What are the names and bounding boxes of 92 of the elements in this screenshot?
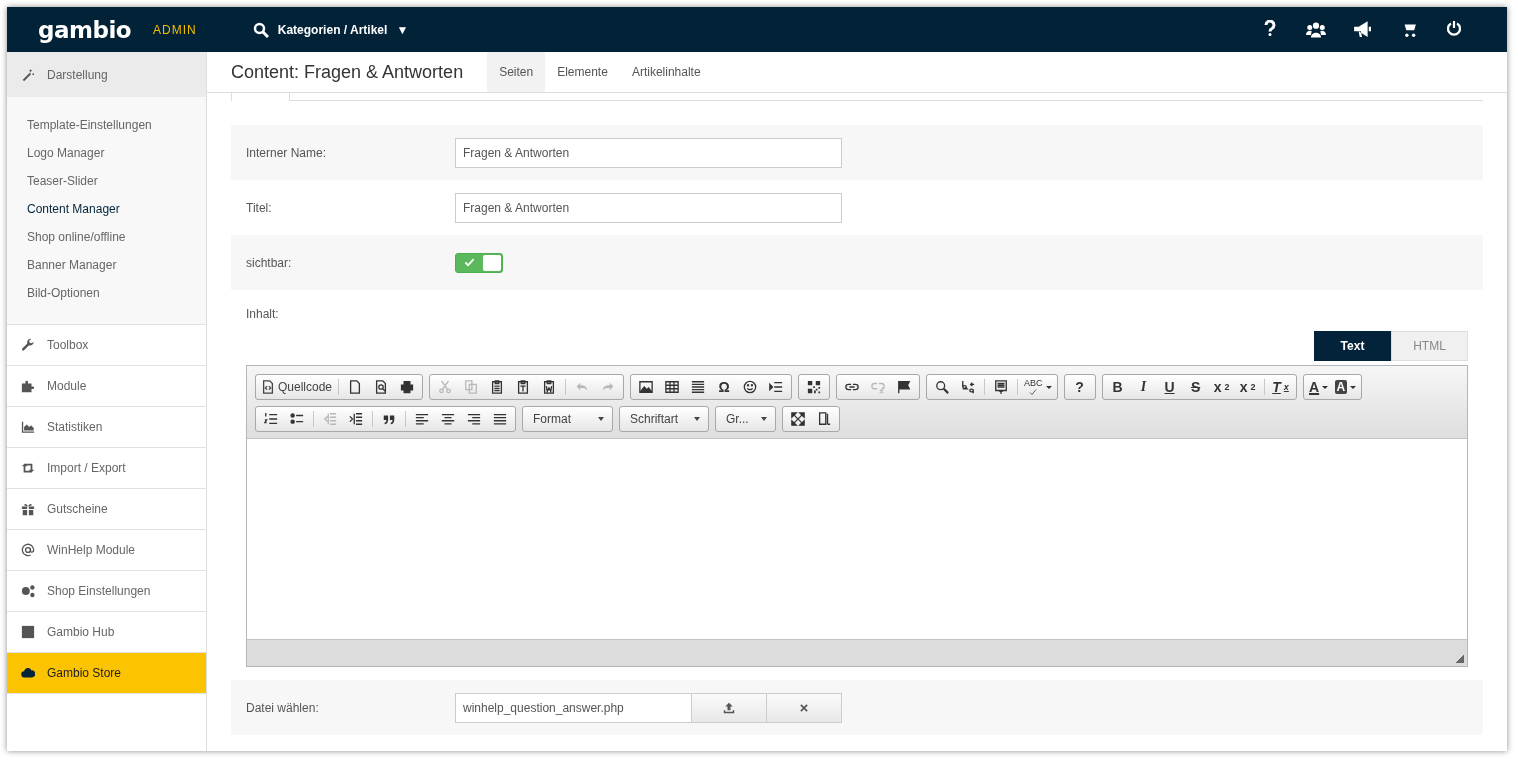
align-left-icon bbox=[415, 412, 429, 426]
copy-icon bbox=[464, 380, 479, 394]
outdent-icon bbox=[323, 412, 337, 426]
gift-icon bbox=[21, 502, 35, 516]
dropdown[interactable]: Format bbox=[522, 406, 613, 432]
sidebar-item[interactable]: Content Manager bbox=[7, 195, 206, 223]
toggle-switch[interactable] bbox=[455, 252, 503, 273]
toolbar-button[interactable]: ? bbox=[1066, 376, 1093, 398]
sidebar-section[interactable]: Gambio Store bbox=[7, 653, 206, 694]
help-icon bbox=[1262, 19, 1278, 36]
align-right-icon bbox=[467, 412, 481, 426]
admin-label: ADMIN bbox=[153, 22, 197, 37]
indent-icon bbox=[349, 412, 363, 426]
print-icon bbox=[400, 380, 415, 394]
power-icon bbox=[1446, 19, 1462, 36]
check-icon bbox=[464, 257, 475, 268]
bullet-list-icon bbox=[290, 412, 304, 426]
field-label: Inhalt: bbox=[246, 306, 280, 323]
toolbar-button[interactable]: x$^{2}$ bbox=[1234, 376, 1261, 398]
numbered-list-icon bbox=[264, 412, 278, 426]
select-all-icon bbox=[994, 380, 1009, 394]
logo: gambio bbox=[38, 16, 132, 43]
page-tab[interactable]: Elemente bbox=[545, 52, 620, 92]
caret-icon bbox=[598, 417, 604, 421]
sidebar-section[interactable]: Darstellung bbox=[7, 52, 206, 97]
image-icon bbox=[639, 380, 654, 394]
dropdown[interactable]: Gr... bbox=[715, 406, 776, 432]
search-icon bbox=[935, 380, 950, 394]
page-title: Content: Fragen & Antworten bbox=[231, 61, 464, 84]
show-blocks-icon bbox=[817, 412, 831, 426]
maximize-icon bbox=[791, 412, 805, 426]
new-page-icon bbox=[348, 380, 363, 394]
flag-icon bbox=[897, 380, 912, 394]
field-label: Datei wählen: bbox=[246, 700, 320, 715]
sidebar-item[interactable]: Bild-Optionen bbox=[7, 279, 206, 307]
preview-icon bbox=[374, 380, 389, 394]
paste-text-icon bbox=[516, 380, 531, 394]
wrench-icon bbox=[21, 338, 35, 352]
horizontal-rule-icon bbox=[691, 380, 706, 394]
sidebar-item[interactable]: Banner Manager bbox=[7, 251, 206, 279]
unlink-icon bbox=[871, 380, 886, 394]
dropdown[interactable]: Schriftart bbox=[619, 406, 709, 432]
toolbar-button[interactable]: U bbox=[1156, 376, 1183, 398]
field-label: Titel: bbox=[246, 200, 273, 215]
toolbar-button[interactable]: I bbox=[1130, 376, 1157, 398]
caret-icon bbox=[694, 417, 700, 421]
toolbar-button[interactable]: A bbox=[1331, 376, 1360, 398]
caret-icon bbox=[1350, 385, 1357, 389]
sidebar-item[interactable]: Logo Manager bbox=[7, 139, 206, 167]
caret-icon bbox=[761, 417, 767, 421]
at-icon bbox=[21, 543, 35, 557]
page-tab[interactable]: Seiten bbox=[487, 52, 546, 92]
paste-word-icon bbox=[542, 380, 557, 394]
page-tab[interactable]: Artikelinhalte bbox=[619, 52, 713, 92]
close-icon bbox=[799, 702, 809, 713]
puzzle-icon bbox=[21, 379, 35, 393]
file-name-field[interactable]: winhelp_question_answer.php bbox=[455, 692, 692, 723]
field-label: Interner Name: bbox=[246, 145, 328, 160]
text-field[interactable]: Fragen & Antworten bbox=[455, 192, 842, 223]
page-break-icon bbox=[769, 380, 784, 394]
align-center-icon bbox=[441, 412, 455, 426]
qr-code-icon bbox=[807, 380, 822, 394]
source-code-icon bbox=[261, 380, 275, 394]
replace-icon bbox=[961, 380, 976, 394]
resize-handle[interactable] bbox=[1456, 655, 1464, 663]
wand-icon bbox=[21, 67, 35, 82]
toolbar-button[interactable]: S bbox=[1182, 376, 1209, 398]
smiley-icon bbox=[743, 380, 758, 394]
sidebar-item[interactable]: Template-Einstellungen bbox=[7, 111, 206, 139]
toolbar-button[interactable]: Quellcode bbox=[258, 376, 336, 398]
caret-icon bbox=[1045, 385, 1052, 389]
sidebar-item[interactable]: Teaser-Slider bbox=[7, 167, 206, 195]
toolbar-button[interactable]: B bbox=[1104, 376, 1131, 398]
paste-icon bbox=[490, 380, 505, 394]
table-icon bbox=[665, 380, 680, 394]
search-icon bbox=[252, 21, 269, 38]
chart-icon bbox=[21, 420, 35, 434]
toolbar-button[interactable]: A bbox=[1305, 376, 1332, 398]
cloud-download-icon bbox=[21, 666, 35, 680]
upload-icon bbox=[723, 701, 735, 714]
toolbar-button[interactable]: ABC bbox=[1021, 376, 1055, 398]
repeat-icon bbox=[21, 461, 35, 475]
text-field[interactable]: Fragen & Antworten bbox=[455, 137, 842, 168]
sidebar-item[interactable]: Shop online/offline bbox=[7, 223, 206, 251]
cut-icon bbox=[438, 380, 453, 394]
field-label: sichtbar: bbox=[246, 255, 293, 270]
mode-tab[interactable]: Text bbox=[1314, 331, 1391, 361]
toolbar-button[interactable]: Ω bbox=[711, 376, 738, 398]
search-menu[interactable]: Kategorien / Artikel ▼ bbox=[252, 21, 409, 38]
justify-icon bbox=[493, 412, 507, 426]
caret-icon bbox=[1322, 385, 1329, 389]
megaphone-icon bbox=[1353, 19, 1371, 38]
